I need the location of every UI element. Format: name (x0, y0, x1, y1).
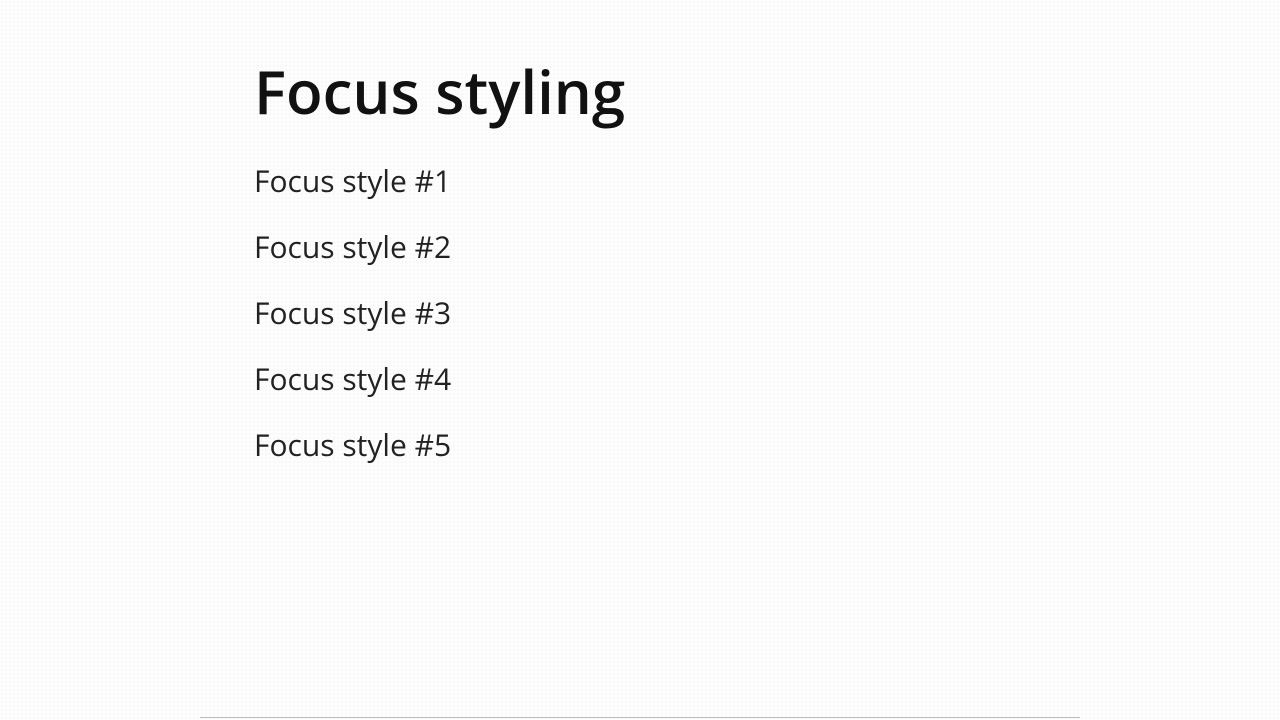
list-item: Focus style #5 (254, 427, 1080, 463)
list-item: Focus style #3 (254, 295, 1080, 331)
list-item: Focus style #4 (254, 361, 1080, 397)
list-item: Focus style #2 (254, 229, 1080, 265)
page-heading: Focus styling (254, 55, 1080, 127)
focus-style-list: Focus style #1 Focus style #2 Focus styl… (254, 163, 1080, 463)
list-item: Focus style #1 (254, 163, 1080, 199)
focus-style-link-4[interactable]: Focus style #4 (254, 361, 451, 397)
focus-style-link-1[interactable]: Focus style #1 (254, 163, 451, 199)
divider (200, 717, 1080, 718)
focus-style-link-2[interactable]: Focus style #2 (254, 229, 451, 265)
focus-style-link-3[interactable]: Focus style #3 (254, 295, 451, 331)
focus-style-link-5[interactable]: Focus style #5 (254, 427, 451, 463)
page-content: Focus styling Focus style #1 Focus style… (0, 0, 1280, 463)
